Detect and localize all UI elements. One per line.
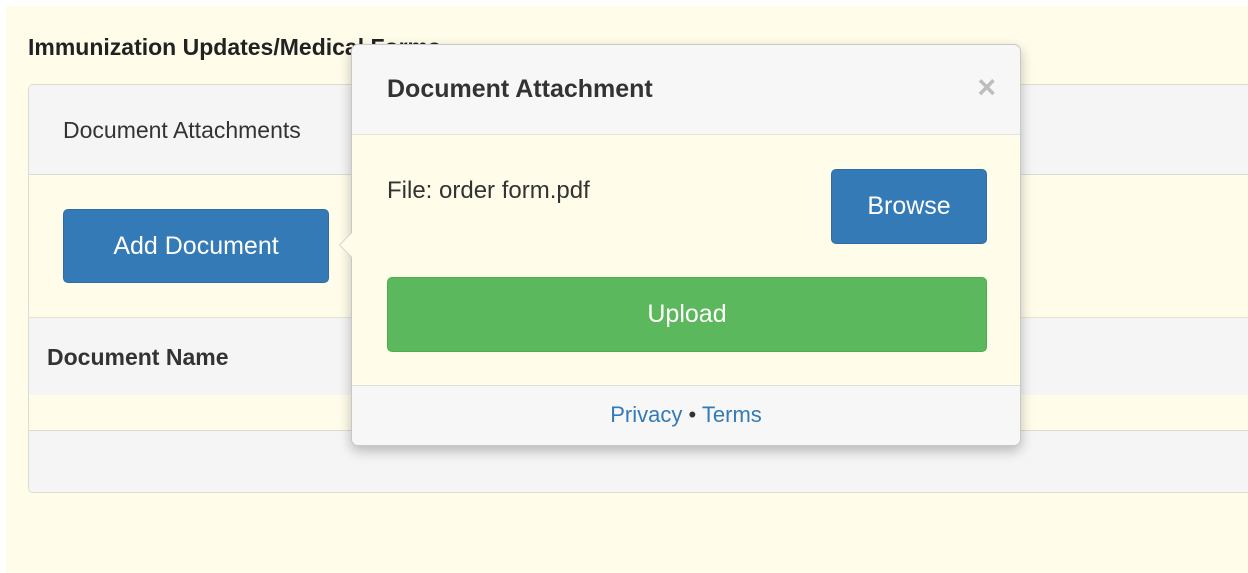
popover-arrow — [339, 232, 352, 258]
column-header-document-name: Document Name — [47, 344, 229, 370]
terms-link[interactable]: Terms — [702, 402, 762, 427]
footer-separator: • — [688, 402, 702, 427]
popover-title: Document Attachment — [387, 75, 653, 103]
popover-header: Document Attachment × — [352, 45, 1020, 135]
upload-button[interactable]: Upload — [387, 277, 987, 352]
document-attachment-popover: Document Attachment × File: order form.p… — [339, 44, 1021, 446]
close-icon[interactable]: × — [977, 71, 996, 103]
popover-footer: Privacy • Terms — [352, 385, 1020, 445]
browse-button[interactable]: Browse — [831, 169, 987, 244]
privacy-link[interactable]: Privacy — [610, 402, 682, 427]
selected-file-label: File: order form.pdf — [387, 177, 590, 204]
panel-heading-title: Document Attachments — [63, 117, 301, 143]
add-document-button[interactable]: Add Document — [63, 209, 329, 283]
